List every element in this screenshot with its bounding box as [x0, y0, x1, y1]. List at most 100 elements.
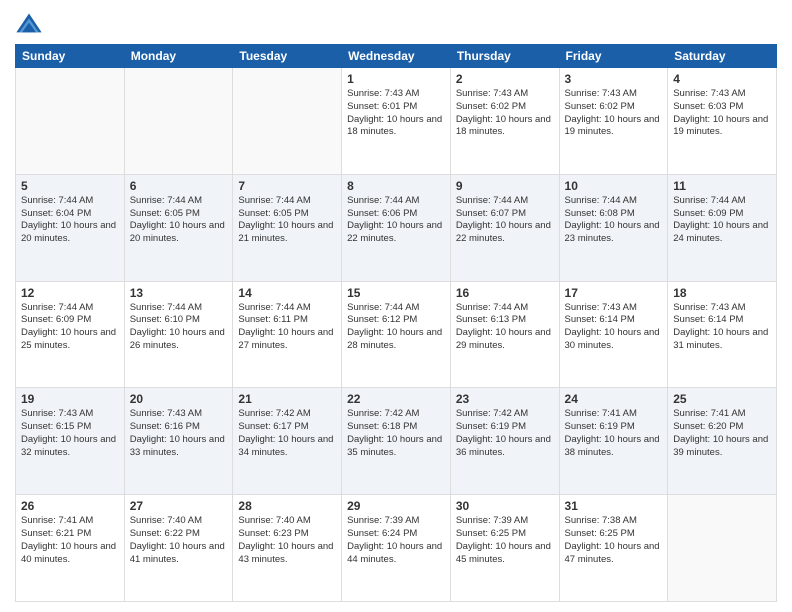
day-number: 9 [456, 179, 554, 193]
day-number: 20 [130, 392, 228, 406]
calendar-cell: 6 Sunrise: 7:44 AM Sunset: 6:05 PM Daylig… [124, 174, 233, 281]
week-row-4: 19 Sunrise: 7:43 AM Sunset: 6:15 PM Dayli… [16, 388, 777, 495]
day-number: 22 [347, 392, 445, 406]
calendar-cell: 10 Sunrise: 7:44 AM Sunset: 6:08 PM Dayli… [559, 174, 668, 281]
day-info: Sunrise: 7:44 AM Sunset: 6:09 PM Dayligh… [673, 195, 771, 246]
day-number: 27 [130, 499, 228, 513]
day-number: 29 [347, 499, 445, 513]
day-header-saturday: Saturday [668, 45, 777, 68]
day-number: 2 [456, 72, 554, 86]
calendar-cell [124, 68, 233, 175]
logo-icon [15, 10, 43, 38]
calendar-header-row: SundayMondayTuesdayWednesdayThursdayFrid… [16, 45, 777, 68]
day-info: Sunrise: 7:40 AM Sunset: 6:23 PM Dayligh… [238, 515, 336, 566]
day-info: Sunrise: 7:41 AM Sunset: 6:21 PM Dayligh… [21, 515, 119, 566]
day-number: 12 [21, 286, 119, 300]
calendar-table: SundayMondayTuesdayWednesdayThursdayFrid… [15, 44, 777, 602]
calendar-cell: 13 Sunrise: 7:44 AM Sunset: 6:10 PM Dayli… [124, 281, 233, 388]
day-number: 24 [565, 392, 663, 406]
calendar-cell: 29Sunrise: 7:39 AM Sunset: 6:24 PM Dayli… [342, 495, 451, 602]
day-number: 3 [565, 72, 663, 86]
day-number: 28 [238, 499, 336, 513]
day-info: Sunrise: 7:43 AM Sunset: 6:16 PM Dayligh… [130, 408, 228, 459]
calendar-cell: 2 Sunrise: 7:43 AM Sunset: 6:02 PM Daylig… [450, 68, 559, 175]
day-info: Sunrise: 7:41 AM Sunset: 6:19 PM Dayligh… [565, 408, 663, 459]
logo [15, 10, 47, 38]
week-row-2: 5Sunrise: 7:44 AM Sunset: 6:04 PM Daylig… [16, 174, 777, 281]
day-header-monday: Monday [124, 45, 233, 68]
day-number: 25 [673, 392, 771, 406]
calendar-cell: 25 Sunrise: 7:41 AM Sunset: 6:20 PM Dayli… [668, 388, 777, 495]
header [15, 10, 777, 38]
week-row-3: 12 Sunrise: 7:44 AM Sunset: 6:09 PM Dayli… [16, 281, 777, 388]
day-number: 5 [21, 179, 119, 193]
calendar-cell [668, 495, 777, 602]
week-row-5: 26 Sunrise: 7:41 AM Sunset: 6:21 PM Dayli… [16, 495, 777, 602]
calendar-cell: 17 Sunrise: 7:43 AM Sunset: 6:14 PM Dayli… [559, 281, 668, 388]
day-info: Sunrise: 7:43 AM Sunset: 6:15 PM Dayligh… [21, 408, 119, 459]
calendar-cell: 12 Sunrise: 7:44 AM Sunset: 6:09 PM Dayli… [16, 281, 125, 388]
day-info: Sunrise: 7:44 AM Sunset: 6:10 PM Dayligh… [130, 302, 228, 353]
day-number: 30 [456, 499, 554, 513]
calendar-cell: 11 Sunrise: 7:44 AM Sunset: 6:09 PM Dayli… [668, 174, 777, 281]
day-info: Sunrise: 7:43 AM Sunset: 6:01 PM Dayligh… [347, 88, 445, 139]
day-number: 15 [347, 286, 445, 300]
day-number: 18 [673, 286, 771, 300]
day-info: Sunrise: 7:43 AM Sunset: 6:03 PM Dayligh… [673, 88, 771, 139]
day-info: Sunrise: 7:39 AM Sunset: 6:25 PM Dayligh… [456, 515, 554, 566]
day-header-thursday: Thursday [450, 45, 559, 68]
day-number: 19 [21, 392, 119, 406]
calendar-cell: 19 Sunrise: 7:43 AM Sunset: 6:15 PM Dayli… [16, 388, 125, 495]
day-info: Sunrise: 7:38 AM Sunset: 6:25 PM Dayligh… [565, 515, 663, 566]
day-info: Sunrise: 7:44 AM Sunset: 6:13 PM Dayligh… [456, 302, 554, 353]
day-info: Sunrise: 7:44 AM Sunset: 6:05 PM Dayligh… [130, 195, 228, 246]
day-number: 11 [673, 179, 771, 193]
day-info: Sunrise: 7:43 AM Sunset: 6:02 PM Dayligh… [565, 88, 663, 139]
day-number: 31 [565, 499, 663, 513]
day-number: 7 [238, 179, 336, 193]
calendar-cell: 5Sunrise: 7:44 AM Sunset: 6:04 PM Daylig… [16, 174, 125, 281]
calendar-cell: 30 Sunrise: 7:39 AM Sunset: 6:25 PM Dayli… [450, 495, 559, 602]
day-info: Sunrise: 7:41 AM Sunset: 6:20 PM Dayligh… [673, 408, 771, 459]
day-info: Sunrise: 7:44 AM Sunset: 6:09 PM Dayligh… [21, 302, 119, 353]
day-info: Sunrise: 7:43 AM Sunset: 6:14 PM Dayligh… [673, 302, 771, 353]
calendar-cell: 7 Sunrise: 7:44 AM Sunset: 6:05 PM Daylig… [233, 174, 342, 281]
day-header-wednesday: Wednesday [342, 45, 451, 68]
week-row-1: 1Sunrise: 7:43 AM Sunset: 6:01 PM Daylig… [16, 68, 777, 175]
day-number: 4 [673, 72, 771, 86]
calendar-cell: 31 Sunrise: 7:38 AM Sunset: 6:25 PM Dayli… [559, 495, 668, 602]
calendar-cell: 8Sunrise: 7:44 AM Sunset: 6:06 PM Daylig… [342, 174, 451, 281]
day-info: Sunrise: 7:42 AM Sunset: 6:17 PM Dayligh… [238, 408, 336, 459]
day-info: Sunrise: 7:44 AM Sunset: 6:11 PM Dayligh… [238, 302, 336, 353]
day-info: Sunrise: 7:42 AM Sunset: 6:18 PM Dayligh… [347, 408, 445, 459]
day-number: 21 [238, 392, 336, 406]
day-header-sunday: Sunday [16, 45, 125, 68]
day-number: 17 [565, 286, 663, 300]
day-number: 14 [238, 286, 336, 300]
day-info: Sunrise: 7:40 AM Sunset: 6:22 PM Dayligh… [130, 515, 228, 566]
day-info: Sunrise: 7:43 AM Sunset: 6:02 PM Dayligh… [456, 88, 554, 139]
calendar-cell: 9Sunrise: 7:44 AM Sunset: 6:07 PM Daylig… [450, 174, 559, 281]
calendar-cell: 4 Sunrise: 7:43 AM Sunset: 6:03 PM Daylig… [668, 68, 777, 175]
calendar-cell: 1Sunrise: 7:43 AM Sunset: 6:01 PM Daylig… [342, 68, 451, 175]
calendar-cell: 27 Sunrise: 7:40 AM Sunset: 6:22 PM Dayli… [124, 495, 233, 602]
calendar-cell: 24 Sunrise: 7:41 AM Sunset: 6:19 PM Dayli… [559, 388, 668, 495]
day-number: 16 [456, 286, 554, 300]
calendar-cell: 14 Sunrise: 7:44 AM Sunset: 6:11 PM Dayli… [233, 281, 342, 388]
calendar-cell: 21 Sunrise: 7:42 AM Sunset: 6:17 PM Dayli… [233, 388, 342, 495]
calendar-cell: 18 Sunrise: 7:43 AM Sunset: 6:14 PM Dayli… [668, 281, 777, 388]
day-number: 13 [130, 286, 228, 300]
day-info: Sunrise: 7:43 AM Sunset: 6:14 PM Dayligh… [565, 302, 663, 353]
calendar-cell: 20 Sunrise: 7:43 AM Sunset: 6:16 PM Dayli… [124, 388, 233, 495]
day-number: 26 [21, 499, 119, 513]
calendar-cell: 22 Sunrise: 7:42 AM Sunset: 6:18 PM Dayli… [342, 388, 451, 495]
day-info: Sunrise: 7:44 AM Sunset: 6:12 PM Dayligh… [347, 302, 445, 353]
calendar-cell: 23Sunrise: 7:42 AM Sunset: 6:19 PM Dayli… [450, 388, 559, 495]
day-info: Sunrise: 7:44 AM Sunset: 6:05 PM Dayligh… [238, 195, 336, 246]
day-info: Sunrise: 7:44 AM Sunset: 6:08 PM Dayligh… [565, 195, 663, 246]
calendar-cell [233, 68, 342, 175]
calendar-cell: 15 Sunrise: 7:44 AM Sunset: 6:12 PM Dayli… [342, 281, 451, 388]
day-number: 6 [130, 179, 228, 193]
day-number: 10 [565, 179, 663, 193]
day-info: Sunrise: 7:42 AM Sunset: 6:19 PM Dayligh… [456, 408, 554, 459]
